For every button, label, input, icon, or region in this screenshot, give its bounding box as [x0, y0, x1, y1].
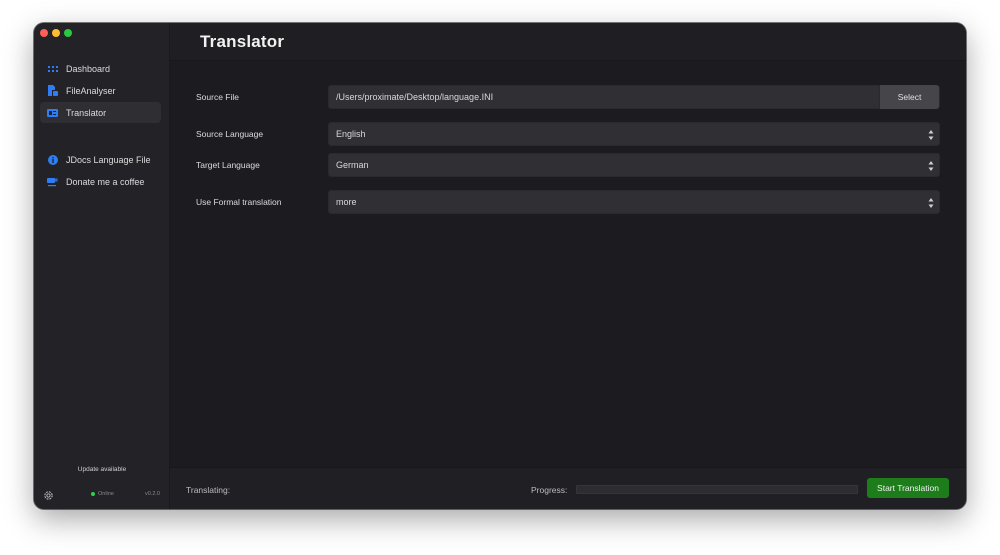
- status-indicator: Online: [91, 491, 114, 497]
- zoom-window-button[interactable]: [64, 29, 72, 37]
- target-language-value: German: [336, 160, 369, 170]
- minimize-window-button[interactable]: [52, 29, 60, 37]
- source-file-label: Source File: [196, 92, 239, 102]
- source-language-value: English: [336, 129, 366, 139]
- file-analyser-icon: [47, 85, 58, 96]
- sidebar-link-donate[interactable]: Donate me a coffee: [40, 171, 161, 192]
- coffee-icon: [47, 176, 58, 187]
- main-content: Translator Source File /Users/proximate/…: [170, 23, 966, 509]
- translator-icon: [47, 107, 58, 118]
- version-label: v0.2.0: [145, 491, 160, 497]
- target-language-select[interactable]: German: [328, 153, 940, 177]
- start-translation-button[interactable]: Start Translation: [867, 478, 949, 498]
- select-file-button[interactable]: Select: [879, 85, 939, 109]
- sidebar-item-fileanalyser[interactable]: FileAnalyser: [40, 80, 161, 101]
- progress-bar: [576, 485, 858, 494]
- sidebar-nav: Dashboard FileAnalyser Translator JDocs …: [40, 58, 161, 193]
- sidebar-link-label: Donate me a coffee: [66, 176, 145, 187]
- source-file-field[interactable]: /Users/proximate/Desktop/language.INI Se…: [328, 85, 940, 109]
- info-icon: [47, 154, 58, 165]
- page-title: Translator: [200, 31, 285, 51]
- status-footer: Translating: Progress: Start Translation: [170, 467, 966, 509]
- sidebar: Dashboard FileAnalyser Translator JDocs …: [34, 23, 170, 509]
- updown-arrows-icon: [928, 161, 934, 171]
- progress-label: Progress:: [531, 485, 568, 495]
- sidebar-item-label: Translator: [66, 107, 107, 118]
- source-language-row: Source Language English: [196, 122, 940, 146]
- sidebar-item-label: FileAnalyser: [66, 85, 116, 96]
- sidebar-link-jdocs[interactable]: JDocs Language File: [40, 149, 161, 170]
- formal-translation-select[interactable]: more: [328, 190, 940, 214]
- source-file-row: Source File /Users/proximate/Desktop/lan…: [196, 85, 940, 109]
- page-header: Translator: [170, 23, 966, 61]
- formal-translation-label: Use Formal translation: [196, 197, 282, 207]
- close-window-button[interactable]: [40, 29, 48, 37]
- target-language-label: Target Language: [196, 160, 260, 170]
- translating-label: Translating:: [186, 485, 231, 495]
- status-text: Online: [98, 491, 114, 497]
- sidebar-link-label: JDocs Language File: [66, 154, 151, 165]
- sidebar-item-translator[interactable]: Translator: [40, 102, 161, 123]
- updown-arrows-icon: [928, 198, 934, 208]
- window-controls: [40, 29, 72, 37]
- target-language-row: Target Language German: [196, 153, 940, 177]
- source-language-select[interactable]: English: [328, 122, 940, 146]
- source-file-path: /Users/proximate/Desktop/language.INI: [336, 92, 494, 102]
- app-window: Dashboard FileAnalyser Translator JDocs …: [34, 23, 966, 509]
- gear-icon[interactable]: [43, 488, 54, 500]
- source-language-label: Source Language: [196, 129, 264, 139]
- sidebar-item-dashboard[interactable]: Dashboard: [40, 58, 161, 79]
- formal-translation-row: Use Formal translation more: [196, 190, 940, 214]
- formal-translation-value: more: [336, 197, 357, 207]
- updown-arrows-icon: [928, 130, 934, 140]
- sidebar-item-label: Dashboard: [66, 63, 111, 74]
- grid-icon: [47, 63, 58, 74]
- status-dot: [91, 492, 95, 496]
- update-available-link[interactable]: Update available: [34, 466, 170, 473]
